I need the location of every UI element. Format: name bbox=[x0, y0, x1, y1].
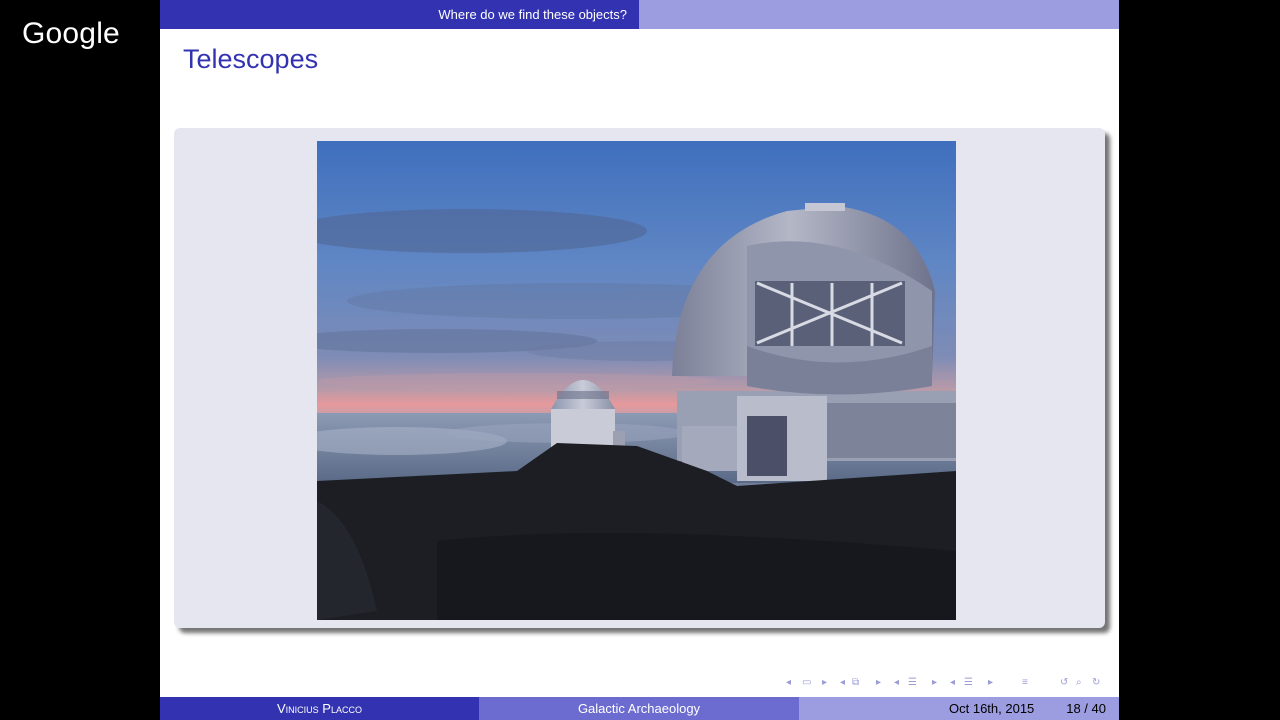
slide-footer: Vinicius Placco Galactic Archaeology Oct… bbox=[160, 697, 1119, 720]
nav-right-arrow-icon[interactable]: ▸ bbox=[876, 675, 881, 691]
figure-box bbox=[174, 128, 1105, 628]
nav-left-arrow-icon[interactable]: ◂ bbox=[786, 675, 791, 691]
section-header-bar: Where do we find these objects? bbox=[160, 0, 1119, 29]
frame-icon[interactable]: ▭ bbox=[802, 675, 811, 691]
back-icon[interactable]: ↺ bbox=[1060, 675, 1068, 691]
telescope-photo bbox=[317, 141, 956, 620]
footer-date-section: Oct 16th, 2015 18 / 40 bbox=[799, 697, 1119, 720]
section-icon[interactable]: ☰ bbox=[964, 675, 973, 691]
frame-title: Telescopes bbox=[183, 44, 319, 74]
search-icon[interactable]: ⌕ bbox=[1076, 675, 1082, 691]
section-header-title[interactable]: Where do we find these objects? bbox=[160, 0, 639, 29]
forward-icon[interactable]: ↻ bbox=[1092, 675, 1100, 691]
toc-icon[interactable]: ≡ bbox=[1022, 675, 1028, 691]
nav-right-arrow-icon[interactable]: ▸ bbox=[822, 675, 827, 691]
footer-page-number: 18 / 40 bbox=[1066, 701, 1106, 716]
beamer-navigation-bar: ◂ ▭ ▸ ◂ ⧉ ▸ ◂ ☰ ▸ ◂ ☰ ▸ ≡ ↺ ⌕ ↻ bbox=[786, 675, 1116, 691]
nav-right-arrow-icon[interactable]: ▸ bbox=[988, 675, 993, 691]
footer-talk-title: Galactic Archaeology bbox=[479, 697, 799, 720]
subsection-icon[interactable]: ⧉ bbox=[852, 675, 859, 691]
google-logo: Google bbox=[22, 17, 120, 50]
presentation-slide: Where do we find these objects? Telescop… bbox=[160, 0, 1119, 720]
footer-date: Oct 16th, 2015 bbox=[949, 701, 1035, 716]
footer-author: Vinicius Placco bbox=[160, 697, 479, 720]
video-frame: Google Where do we find these objects? T… bbox=[0, 0, 1280, 720]
nav-left-arrow-icon[interactable]: ◂ bbox=[894, 675, 899, 691]
nav-left-arrow-icon[interactable]: ◂ bbox=[950, 675, 955, 691]
nav-left-arrow-icon[interactable]: ◂ bbox=[840, 675, 845, 691]
nav-right-arrow-icon[interactable]: ▸ bbox=[932, 675, 937, 691]
section-icon[interactable]: ☰ bbox=[908, 675, 917, 691]
